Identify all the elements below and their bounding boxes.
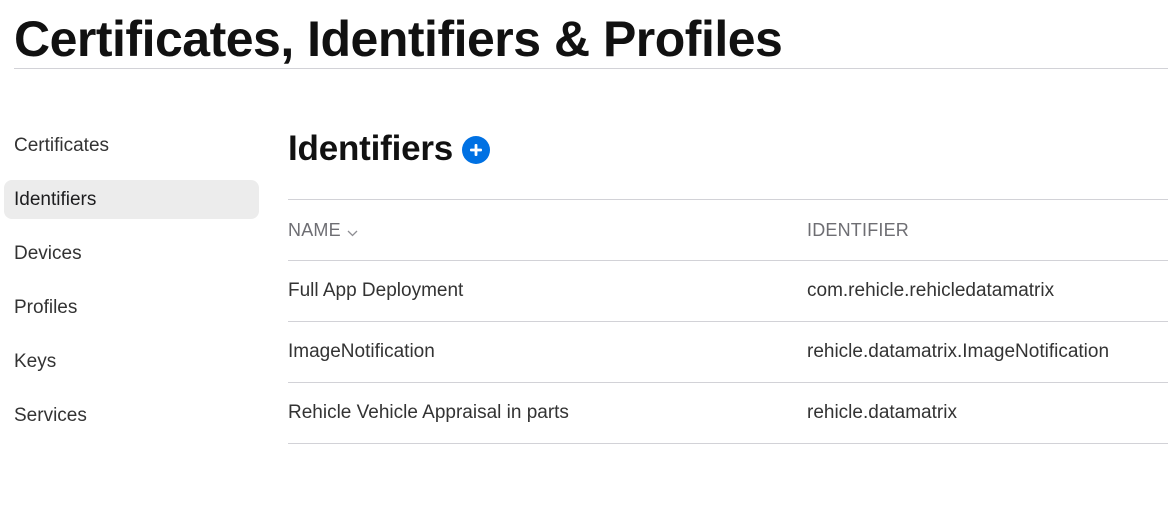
column-header-name: NAME	[288, 200, 358, 260]
column-header-label: IDENTIFIER	[807, 220, 910, 240]
chevron-down-icon	[347, 201, 358, 261]
table-header-row: NAME IDENTIFIER	[288, 200, 1168, 261]
table-row[interactable]: Full App Deployment com.rehicle.rehicled…	[288, 261, 1168, 322]
sidebar-item-label: Services	[14, 405, 87, 426]
column-header-label: NAME	[288, 220, 341, 240]
page: Certificates, Identifiers & Profiles Cer…	[0, 0, 1168, 510]
sidebar-item-label: Profiles	[14, 297, 78, 318]
plus-circle-icon	[469, 143, 483, 157]
sidebar-item-label: Certificates	[14, 135, 110, 156]
sort-by-name-button[interactable]: NAME	[288, 200, 358, 260]
table-row[interactable]: Rehicle Vehicle Appraisal in parts rehic…	[288, 383, 1168, 444]
sidebar-item-services[interactable]: Services	[4, 396, 259, 435]
identifier-value: rehicle.datamatrix	[807, 402, 957, 423]
sidebar-item-label: Keys	[14, 351, 57, 372]
identifier-value: rehicle.datamatrix.ImageNotification	[807, 341, 1110, 362]
sidebar-item-label: Identifiers	[14, 189, 97, 210]
column-header-identifier: IDENTIFIER	[807, 200, 909, 260]
sidebar-nav: Certificates Identifiers Devices Profile…	[4, 126, 259, 450]
sidebar-item-certificates[interactable]: Certificates	[4, 126, 259, 165]
identifier-name: Full App Deployment	[288, 280, 464, 301]
sidebar-item-devices[interactable]: Devices	[4, 234, 259, 273]
sidebar-item-label: Devices	[14, 243, 82, 264]
identifier-name: ImageNotification	[288, 341, 435, 362]
identifiers-table: NAME IDENTIFIER Full App Deployment com.…	[288, 199, 1168, 444]
sidebar-item-identifiers[interactable]: Identifiers	[4, 180, 259, 219]
title-divider	[14, 68, 1168, 69]
page-title: Certificates, Identifiers & Profiles	[14, 11, 783, 67]
identifier-value: com.rehicle.rehicledatamatrix	[807, 280, 1055, 301]
section-title: Identifiers	[288, 129, 454, 168]
identifier-name: Rehicle Vehicle Appraisal in parts	[288, 402, 569, 423]
sidebar-item-profiles[interactable]: Profiles	[4, 288, 259, 327]
sidebar-item-keys[interactable]: Keys	[4, 342, 259, 381]
add-identifier-button[interactable]	[462, 136, 491, 164]
table-row[interactable]: ImageNotification rehicle.datamatrix.Ima…	[288, 322, 1168, 383]
section-header: Identifiers	[288, 124, 491, 174]
